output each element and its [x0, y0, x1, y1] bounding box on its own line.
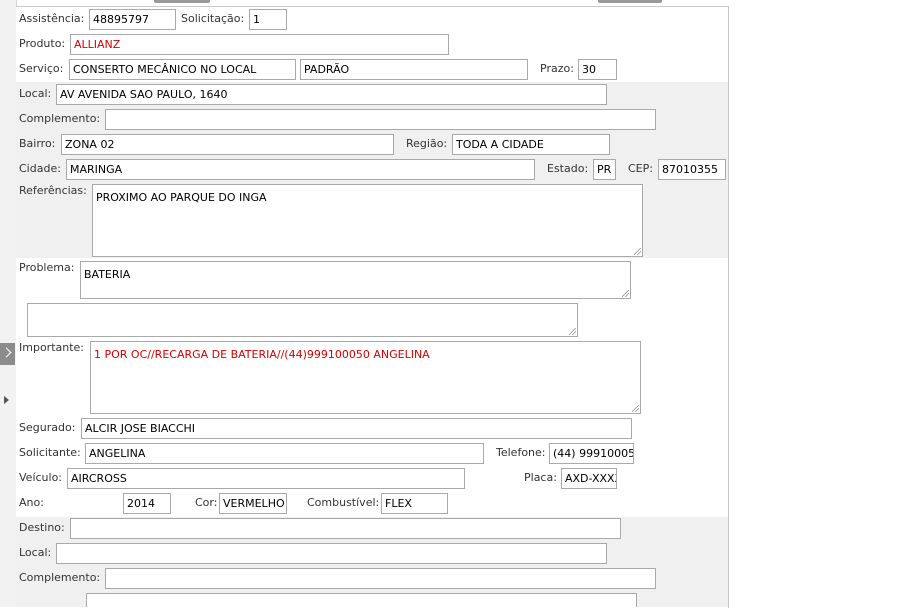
segurado-label: Segurado:: [19, 421, 76, 434]
local-label: Local:: [19, 87, 52, 100]
produto-label: Produto:: [19, 37, 66, 50]
telefone-field[interactable]: (44) 999100050: [549, 443, 634, 464]
destino-local-label: Local:: [19, 546, 52, 559]
servico-label: Serviço:: [19, 62, 64, 75]
solicitacao-label: Solicitação:: [181, 12, 245, 25]
top-toolbar-tab[interactable]: [154, 0, 210, 3]
destino-referencias-field[interactable]: [86, 593, 637, 607]
bairro-label: Bairro:: [19, 137, 56, 150]
regiao-label: Região:: [406, 137, 448, 150]
complemento-label: Complemento:: [19, 112, 101, 125]
destino-complemento-field[interactable]: [105, 568, 656, 589]
referencias-textarea[interactable]: PROXIMO AO PARQUE DO INGA: [92, 184, 643, 257]
cep-label: CEP:: [628, 162, 653, 175]
resize-grip-icon[interactable]: [569, 328, 576, 335]
veiculo-label: Veículo:: [19, 471, 63, 484]
estado-field[interactable]: PR: [593, 159, 616, 180]
prazo-label: Prazo:: [540, 62, 574, 75]
problema-label: Problema:: [19, 261, 75, 274]
produto-field[interactable]: ALLIANZ: [70, 34, 449, 55]
expand-arrow-icon[interactable]: [4, 396, 9, 404]
destino-field[interactable]: [70, 518, 621, 539]
resize-grip-icon[interactable]: [634, 248, 641, 255]
importante-label: Importante:: [19, 341, 85, 354]
top-toolbar-tab[interactable]: [598, 0, 662, 3]
servico-tipo-field[interactable]: PADRÃO: [300, 59, 528, 80]
referencias-label: Referências:: [19, 184, 87, 197]
regiao-field[interactable]: TODA A CIDADE: [452, 134, 610, 155]
problema-text: BATERIA: [84, 268, 131, 281]
prazo-field[interactable]: 30: [578, 59, 617, 80]
complemento-field[interactable]: [105, 109, 656, 130]
referencias-text: PROXIMO AO PARQUE DO INGA: [96, 191, 267, 204]
cidade-label: Cidade:: [19, 162, 61, 175]
cor-field[interactable]: VERMELHO: [219, 493, 287, 514]
importante-textarea[interactable]: 1 POR OC//RECARGA DE BATERIA//(44)999100…: [90, 341, 641, 414]
veiculo-field[interactable]: AIRCROSS: [67, 468, 465, 489]
cor-label: Cor:: [195, 496, 218, 509]
solicitacao-field[interactable]: 1: [249, 9, 287, 30]
problema-detalhe-textarea[interactable]: [27, 303, 578, 337]
telefone-label: Telefone:: [496, 446, 546, 459]
left-sidebar-strip: [0, 0, 17, 607]
ano-field[interactable]: 2014: [123, 493, 171, 514]
local-field[interactable]: AV AVENIDA SAO PAULO, 1640: [56, 84, 607, 105]
assistencia-label: Assistência:: [19, 12, 85, 25]
destino-label: Destino:: [19, 521, 65, 534]
importante-text: 1 POR OC//RECARGA DE BATERIA//(44)999100…: [94, 348, 430, 361]
resize-grip-icon[interactable]: [622, 290, 629, 297]
combustivel-label: Combustível:: [307, 496, 380, 509]
cidade-field[interactable]: MARINGA: [66, 159, 535, 180]
resize-grip-icon[interactable]: [632, 405, 639, 412]
problema-textarea[interactable]: BATERIA: [80, 261, 631, 299]
estado-label: Estado:: [547, 162, 589, 175]
ano-label: Ano:: [19, 496, 44, 509]
destino-local-field[interactable]: [56, 543, 607, 564]
assistencia-field[interactable]: 48895797: [89, 9, 176, 30]
cep-field[interactable]: 87010355: [658, 159, 726, 180]
segurado-field[interactable]: ALCIR JOSE BIACCHI: [81, 418, 632, 439]
placa-field[interactable]: AXD-XXXX: [561, 468, 617, 489]
bairro-field[interactable]: ZONA 02: [61, 134, 394, 155]
combustivel-field[interactable]: FLEX: [381, 493, 448, 514]
destino-complemento-label: Complemento:: [19, 571, 101, 584]
servico-field[interactable]: CONSERTO MECÂNICO NO LOCAL: [69, 59, 296, 80]
solicitante-label: Solicitante:: [19, 446, 81, 459]
chevron-right-icon: [1, 347, 12, 358]
collapse-panel-button[interactable]: [0, 343, 15, 365]
solicitante-field[interactable]: ANGELINA: [85, 443, 484, 464]
placa-label: Placa:: [524, 471, 557, 484]
